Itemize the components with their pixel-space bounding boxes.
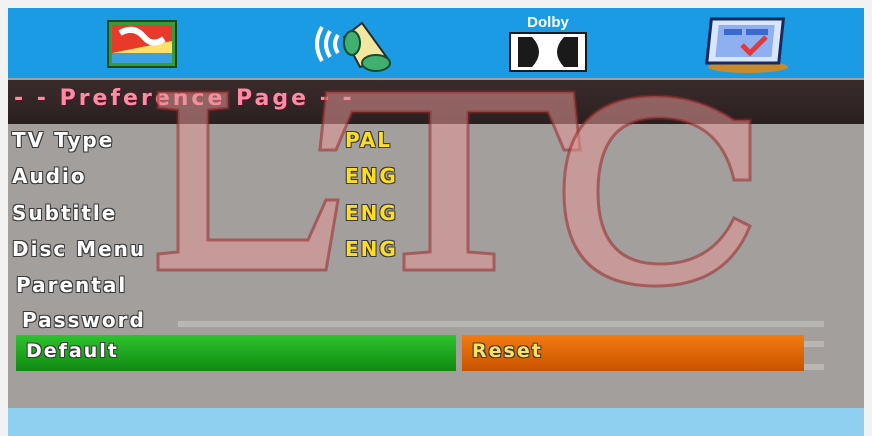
setting-value-tv-type[interactable]: PAL bbox=[345, 128, 392, 152]
row-divider bbox=[178, 321, 824, 327]
painting-icon[interactable] bbox=[100, 13, 184, 77]
row-divider bbox=[804, 341, 824, 347]
dolby-label: Dolby bbox=[527, 14, 569, 31]
default-button[interactable]: Default bbox=[16, 335, 456, 371]
setting-label-password[interactable]: Password bbox=[22, 308, 146, 332]
preference-page-header: - - Preference Page - - bbox=[8, 80, 864, 124]
dvd-setup-screen: Dolby - - Preference Page - - TV Type PA… bbox=[8, 8, 864, 436]
reset-button-label: Reset bbox=[472, 340, 543, 362]
monitor-check-icon[interactable] bbox=[700, 13, 796, 79]
speaker-icon[interactable] bbox=[304, 13, 400, 79]
bottom-status-strip bbox=[8, 408, 864, 436]
row-divider bbox=[804, 364, 824, 370]
setting-value-audio[interactable]: ENG bbox=[345, 164, 398, 188]
page-title: - - Preference Page - - bbox=[14, 86, 355, 111]
setting-label-parental[interactable]: Parental bbox=[16, 273, 127, 297]
dolby-logo-icon[interactable]: Dolby bbox=[506, 13, 590, 79]
setting-label-tv-type[interactable]: TV Type bbox=[12, 128, 114, 152]
default-button-label: Default bbox=[26, 340, 119, 362]
setting-label-audio[interactable]: Audio bbox=[12, 164, 87, 188]
reset-button[interactable]: Reset bbox=[462, 335, 804, 371]
setting-value-subtitle[interactable]: ENG bbox=[345, 201, 398, 225]
setting-label-disc-menu[interactable]: Disc Menu bbox=[12, 237, 146, 261]
setup-tab-bar: Dolby bbox=[8, 8, 864, 78]
setting-label-subtitle[interactable]: Subtitle bbox=[12, 201, 117, 225]
setting-value-disc-menu[interactable]: ENG bbox=[345, 237, 398, 261]
